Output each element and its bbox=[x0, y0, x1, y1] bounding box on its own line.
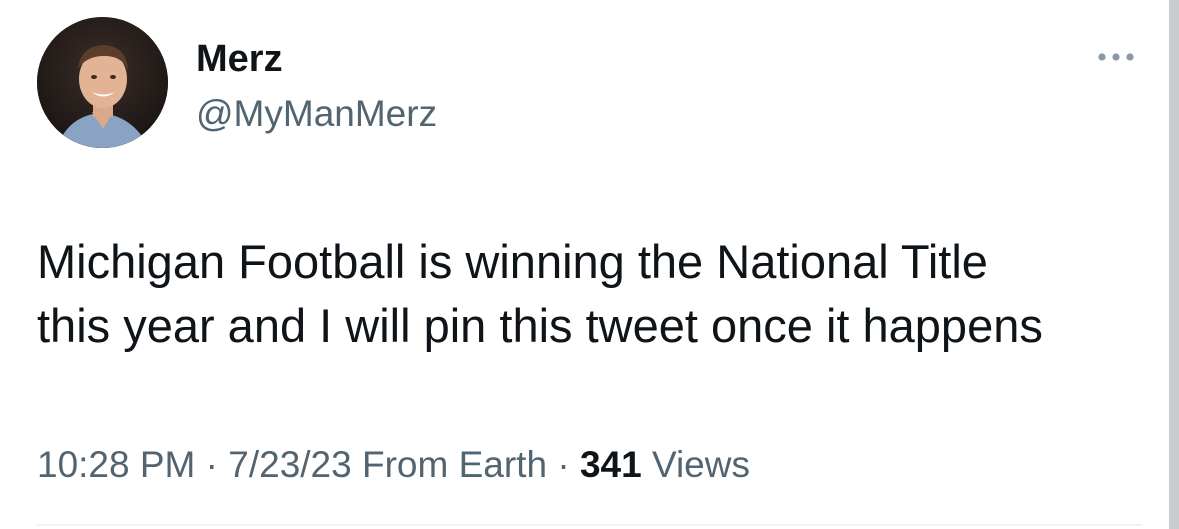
views-count[interactable]: 341 bbox=[580, 444, 642, 485]
tweet-text: Michigan Football is winning the Nationa… bbox=[37, 230, 1147, 358]
more-options-icon bbox=[1098, 53, 1134, 61]
meta-separator: · bbox=[557, 444, 570, 485]
author-display-name[interactable]: Merz bbox=[196, 36, 283, 82]
more-options-button[interactable] bbox=[1093, 44, 1139, 70]
tweet-date[interactable]: 7/23/23 bbox=[228, 444, 351, 485]
tweet-text-line: Michigan Football is winning the Nationa… bbox=[37, 235, 988, 288]
author-handle[interactable]: @MyManMerz bbox=[196, 92, 437, 136]
scrollbar-edge bbox=[1169, 0, 1179, 529]
tweet-card[interactable]: Merz @MyManMerz Michigan Football is win… bbox=[0, 0, 1160, 529]
avatar-photo bbox=[37, 17, 168, 148]
divider bbox=[37, 524, 1142, 526]
tweet-time[interactable]: 10:28 PM bbox=[37, 444, 195, 485]
meta-separator: · bbox=[205, 444, 218, 485]
avatar[interactable] bbox=[37, 17, 168, 148]
tweet-meta: 10:28 PM · 7/23/23 From Earth · 341 View… bbox=[37, 442, 750, 488]
views-label[interactable]: Views bbox=[652, 444, 750, 485]
tweet-text-line: this year and I will pin this tweet once… bbox=[37, 299, 1043, 352]
tweet-source: From Earth bbox=[362, 444, 548, 485]
